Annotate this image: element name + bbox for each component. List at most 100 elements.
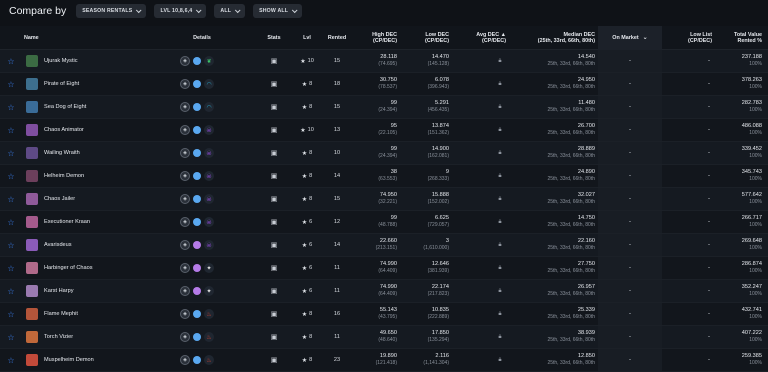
lock-icon: 🔒︎ [498,80,502,87]
card-name[interactable]: Sea Dog of Eight [44,96,86,118]
rented-count: 18 [333,81,341,87]
card-name[interactable]: Wailing Wraith [44,142,80,164]
level-dropdown[interactable]: LVL 10,8,6,4 [154,4,207,18]
col-high-dec[interactable]: High DEC (CP/DEC) [355,26,397,50]
low-list-value: - [708,311,710,317]
stats-icon[interactable]: ▣ [268,349,280,371]
low-dec: 14.470 (145.128) [421,50,449,72]
total-value: 432.741 100% [720,303,762,325]
median-dec-value: 14.540 [577,54,595,61]
col-avg-dec[interactable]: Avg DEC ▲ (CP/DEC) [466,26,506,50]
card-name[interactable]: Karst Harpy [44,280,74,302]
table-row[interactable]: ☆ Wailing Wraith ◈ ☠ ▣ ★ 8 10 99 (24.394) … [0,142,768,165]
table-row[interactable]: ☆ Helheim Demon ◈ ☠ ▣ ★ 8 14 38 (63.553) 9… [0,165,768,188]
stats-icon[interactable]: ▣ [268,96,280,118]
favorite-star-icon[interactable]: ☆ [6,280,16,302]
col-rented[interactable]: Rented [322,26,352,50]
fire-icon: ♨ [204,309,214,319]
card-thumbnail [26,216,38,228]
col-name[interactable]: Name [24,26,39,50]
edition-icon [193,356,201,364]
rarity-icon: ◈ [180,56,190,66]
favorite-star-icon[interactable]: ☆ [6,211,16,233]
total-value-amount: 407.222 [741,330,762,337]
stats-icon[interactable]: ▣ [268,280,280,302]
col-total-value[interactable]: Total Value Rented % [720,26,762,50]
card-thumbnail [26,239,38,251]
rented-percent: 100% [749,61,762,68]
table-row[interactable]: ☆ Chaos Animator ◈ ☠ ▣ ★ 10 13 95 (22.105)… [0,119,768,142]
favorite-star-icon[interactable]: ☆ [6,303,16,325]
col-low-dec[interactable]: Low DEC (CP/DEC) [407,26,449,50]
card-name[interactable]: Harbinger of Chaos [44,257,93,279]
col-lvl[interactable]: Lvl [294,26,320,50]
favorite-star-icon[interactable]: ☆ [6,257,16,279]
stats-icon[interactable]: ▣ [268,73,280,95]
season-rentals-dropdown[interactable]: SEASON RENTALS [76,4,147,18]
table-row[interactable]: ☆ Harbinger of Chaos ◈ ✦ ▣ ★ 6 11 74.990(… [0,257,768,280]
col-on-market[interactable]: On Market ⌄ [598,26,662,50]
card-name[interactable]: Pirate of Eight [44,73,79,95]
high-dec-cp: (24.394) [378,153,397,160]
rented-percent: 100% [749,199,762,206]
show-all-dropdown[interactable]: SHOW ALL [253,4,303,18]
rented-percent: 100% [749,360,762,367]
total-value-amount: 345.743 [741,169,762,176]
table-row[interactable]: ☆ Pirate of Eight ◈ ◠ ▣ ★ 8 18 30.750 (78.… [0,73,768,96]
card-name[interactable]: Torch Vizier [44,326,73,348]
favorite-star-icon[interactable]: ☆ [6,326,16,348]
filter-all-dropdown[interactable]: ALL [214,4,246,18]
stats-icon[interactable]: ▣ [268,165,280,187]
rented-count: 14 [333,242,341,248]
total-value: 352.247 100% [720,280,762,302]
card-name[interactable]: Avarisdeus [44,234,72,256]
stats-icon[interactable]: ▣ [268,119,280,141]
card-name[interactable]: Flame Mephit [44,303,78,325]
favorite-star-icon[interactable]: ☆ [6,119,16,141]
table-row[interactable]: ☆ Ujurak Mystic ◈ ❦ ▣ ★ 10 15 28.118 (74.6… [0,50,768,73]
card-name[interactable]: Muspelheim Demon [44,349,94,371]
col-median-dec[interactable]: Median DEC (25th, 33rd, 66th, 80th) [520,26,595,50]
favorite-star-icon[interactable]: ☆ [6,73,16,95]
card-details: ◈ ♨ [180,349,224,371]
table-row[interactable]: ☆ Flame Mephit ◈ ♨ ▣ ★ 8 16 55.143 (43.795… [0,303,768,326]
card-name[interactable]: Helheim Demon [44,165,84,187]
favorite-star-icon[interactable]: ☆ [6,50,16,72]
chevron-down-icon [136,7,143,14]
median-quartiles: 25th, 33rd, 66th, 80th [547,268,595,275]
stats-icon[interactable]: ▣ [268,257,280,279]
median-quartiles: 25th, 33rd, 66th, 80th [547,176,595,183]
card-name[interactable]: Chaos Animator [44,119,84,141]
card-details: ◈ ☠ [180,119,224,141]
favorite-star-icon[interactable]: ☆ [6,234,16,256]
total-value: 407.222 100% [720,326,762,348]
card-name[interactable]: Ujurak Mystic [44,50,78,72]
low-dec-value: 22.174 [431,284,449,291]
table-row[interactable]: ☆ Executioner Kraan ◈ ☠ ▣ ★ 6 12 99 (48.78… [0,211,768,234]
card-name[interactable]: Executioner Kraan [44,211,90,233]
favorite-star-icon[interactable]: ☆ [6,349,16,371]
low-dec: 17.850 (135.294) [421,326,449,348]
table-row[interactable]: ☆ Sea Dog of Eight ◈ ◠ ▣ ★ 8 15 99 (24.394… [0,96,768,119]
stats-icon[interactable]: ▣ [268,234,280,256]
table-row[interactable]: ☆ Karst Harpy ◈ ✦ ▣ ★ 6 11 74.990 (64.409)… [0,280,768,303]
stats-icon[interactable]: ▣ [268,303,280,325]
table-row[interactable]: ☆ Avarisdeus ◈ ☠ ▣ ★ 6 14 22.660 (213.151)… [0,234,768,257]
favorite-star-icon[interactable]: ☆ [6,142,16,164]
card-name[interactable]: Chaos Jailer [44,188,75,210]
stats-icon[interactable]: ▣ [268,142,280,164]
favorite-star-icon[interactable]: ☆ [6,165,16,187]
favorite-star-icon[interactable]: ☆ [6,96,16,118]
low-dec-cp: (152.002) [427,199,449,206]
table-row[interactable]: ☆ Torch Vizier ◈ ♨ ▣ ★ 8 11 49.650 (48.640… [0,326,768,349]
on-market-value: - [598,234,662,256]
col-low-list[interactable]: Low List (CP/DEC) [670,26,712,50]
table-row[interactable]: ☆ Chaos Jailer ◈ ☠ ▣ ★ 8 15 74.950 (32.221… [0,188,768,211]
stats-icon[interactable]: ▣ [268,50,280,72]
table-row[interactable]: ☆ Muspelheim Demon ◈ ♨ ▣ ★ 8 23 19.890 (12… [0,349,768,372]
favorite-star-icon[interactable]: ☆ [6,188,16,210]
stats-icon[interactable]: ▣ [268,188,280,210]
stats-icon[interactable]: ▣ [268,211,280,233]
low-dec: 5.291 (456.435) [421,96,449,118]
stats-icon[interactable]: ▣ [268,326,280,348]
